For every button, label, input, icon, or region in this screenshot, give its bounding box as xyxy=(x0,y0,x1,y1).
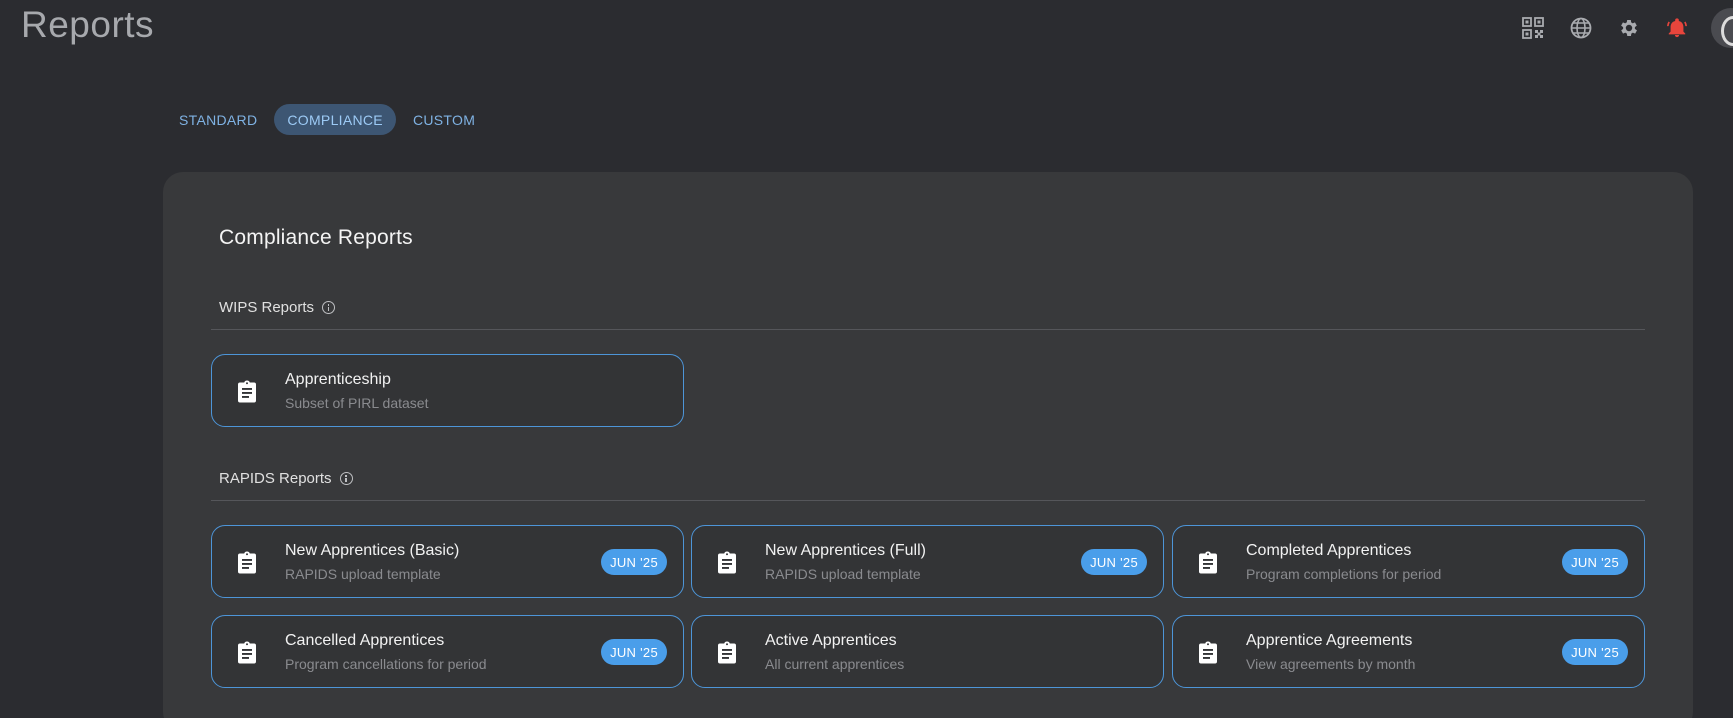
bell-icon xyxy=(1667,18,1687,38)
clipboard-icon xyxy=(718,641,736,664)
report-card-active-apprentices[interactable]: Active Apprentices All current apprentic… xyxy=(691,615,1164,688)
report-card-new-apprentices-full[interactable]: New Apprentices (Full) RAPIDS upload tem… xyxy=(691,525,1164,598)
notifications-button[interactable] xyxy=(1653,10,1701,46)
period-badge: JUN '25 xyxy=(1562,639,1628,665)
page-title: Reports xyxy=(21,4,155,45)
period-badge: JUN '25 xyxy=(1562,549,1628,575)
info-icon[interactable] xyxy=(322,301,336,314)
card-title: Apprentice Agreements xyxy=(1246,632,1413,649)
header-toolbar xyxy=(1509,8,1733,48)
clipboard-icon xyxy=(1199,551,1217,574)
period-badge: JUN '25 xyxy=(601,639,667,665)
clipboard-icon xyxy=(718,551,736,574)
card-title: New Apprentices (Basic) xyxy=(285,542,460,559)
clipboard-icon xyxy=(238,641,256,664)
card-subtitle: RAPIDS upload template xyxy=(285,566,441,582)
globe-icon xyxy=(1570,17,1592,39)
card-subtitle: View agreements by month xyxy=(1246,656,1416,672)
tab-standard[interactable]: STANDARD xyxy=(166,104,270,135)
section-label: RAPIDS Reports xyxy=(219,470,332,487)
settings-button[interactable] xyxy=(1605,10,1653,46)
period-badge: JUN '25 xyxy=(601,549,667,575)
report-card-new-apprentices-basic[interactable]: New Apprentices (Basic) RAPIDS upload te… xyxy=(211,525,684,598)
clipboard-icon xyxy=(1199,641,1217,664)
tab-custom[interactable]: CUSTOM xyxy=(400,104,488,135)
card-title: Apprenticeship xyxy=(285,371,391,388)
card-title: New Apprentices (Full) xyxy=(765,542,926,559)
info-icon[interactable] xyxy=(339,472,353,485)
user-avatar[interactable] xyxy=(1711,8,1733,48)
card-subtitle: Program completions for period xyxy=(1246,566,1442,582)
card-subtitle: RAPIDS upload template xyxy=(765,566,921,582)
report-card-completed-apprentices[interactable]: Completed Apprentices Program completion… xyxy=(1172,525,1645,598)
section-header-wips: WIPS Reports xyxy=(211,299,1645,330)
gear-icon xyxy=(1621,20,1637,36)
qr-code-icon xyxy=(1522,17,1544,39)
report-tabs: STANDARD COMPLIANCE CUSTOM xyxy=(166,104,488,135)
card-subtitle: Program cancellations for period xyxy=(285,656,487,672)
card-subtitle: All current apprentices xyxy=(765,656,905,672)
compliance-panel: Compliance Reports WIPS Reports Apprenti… xyxy=(163,172,1693,718)
reports-page: Reports STANDARD COMPLIANCE CUSTOM Compl… xyxy=(0,0,1733,718)
section-label: WIPS Reports xyxy=(219,299,315,316)
card-title: Cancelled Apprentices xyxy=(285,632,445,649)
tab-compliance[interactable]: COMPLIANCE xyxy=(274,104,396,135)
period-badge: JUN '25 xyxy=(1081,549,1147,575)
language-button[interactable] xyxy=(1557,10,1605,46)
card-subtitle: Subset of PIRL dataset xyxy=(285,395,429,411)
card-title: Active Apprentices xyxy=(765,632,897,649)
report-card-apprentice-agreements[interactable]: Apprentice Agreements View agreements by… xyxy=(1172,615,1645,688)
clipboard-icon xyxy=(238,380,256,403)
panel-title: Compliance Reports xyxy=(219,226,413,249)
clipboard-icon xyxy=(238,551,256,574)
report-card-cancelled-apprentices[interactable]: Cancelled Apprentices Program cancellati… xyxy=(211,615,684,688)
report-card-apprenticeship[interactable]: Apprenticeship Subset of PIRL dataset xyxy=(211,354,684,427)
section-header-rapids: RAPIDS Reports xyxy=(211,470,1645,501)
qr-code-button[interactable] xyxy=(1509,10,1557,46)
card-title: Completed Apprentices xyxy=(1246,542,1412,559)
